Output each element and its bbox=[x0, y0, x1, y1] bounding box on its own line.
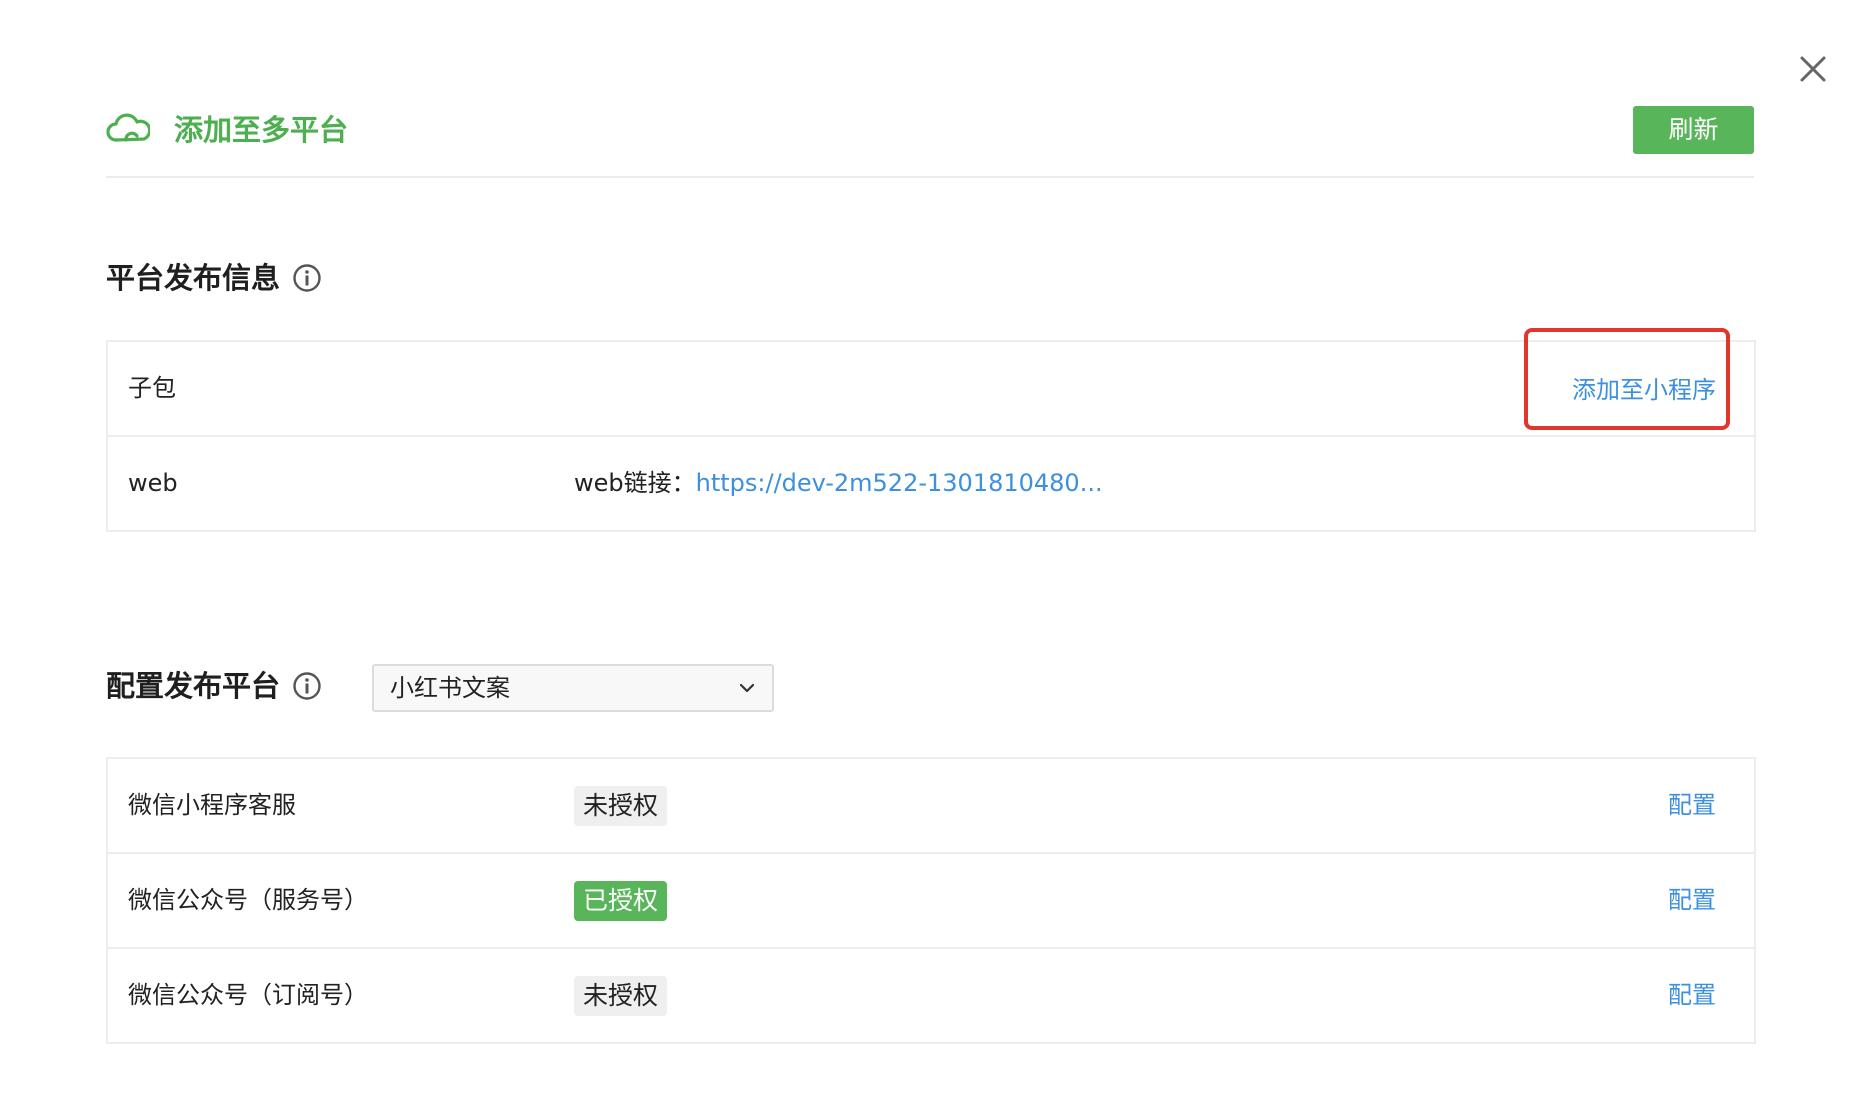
config-platform-panel: 微信小程序客服 未授权 配置 微信公众号（服务号） 已授权 配置 微信公众号（订… bbox=[106, 757, 1756, 1044]
refresh-button[interactable]: 刷新 bbox=[1633, 106, 1754, 154]
status-badge: 未授权 bbox=[574, 976, 668, 1016]
platform-row: 微信公众号（服务号） 已授权 配置 bbox=[108, 854, 1754, 949]
platform-select[interactable]: 小红书文案 bbox=[372, 664, 774, 712]
info-icon[interactable] bbox=[292, 671, 322, 701]
chevron-down-icon bbox=[739, 683, 755, 693]
configure-link[interactable]: 配置 bbox=[1668, 949, 1716, 1042]
platform-name: 微信公众号（订阅号） bbox=[128, 981, 368, 1009]
platform-select-value: 小红书文案 bbox=[390, 674, 510, 702]
config-platform-title-text: 配置发布平台 bbox=[106, 669, 281, 703]
publish-info-title: 平台发布信息 bbox=[106, 258, 322, 298]
cloud-icon bbox=[106, 113, 150, 142]
status-badge: 未授权 bbox=[574, 786, 668, 826]
close-button[interactable] bbox=[1796, 52, 1830, 86]
add-to-miniprogram-link[interactable]: 添加至小程序 bbox=[1572, 344, 1716, 437]
platform-name: 微信公众号（服务号） bbox=[128, 886, 368, 914]
publish-info-panel: 子包 添加至小程序 web web链接：https://dev-2m522-13… bbox=[106, 340, 1756, 532]
publish-info-title-text: 平台发布信息 bbox=[106, 261, 281, 295]
config-platform-title: 配置发布平台 bbox=[106, 666, 322, 706]
platform-name: 微信小程序客服 bbox=[128, 791, 296, 819]
info-icon[interactable] bbox=[292, 263, 322, 293]
status-cell: 未授权 bbox=[574, 949, 668, 1042]
platform-row: 微信小程序客服 未授权 配置 bbox=[108, 759, 1754, 854]
configure-link[interactable]: 配置 bbox=[1668, 759, 1716, 852]
web-link-field: web链接：https://dev-2m522-1301810480... bbox=[574, 437, 1103, 530]
publish-row-subpackage: 子包 添加至小程序 bbox=[108, 342, 1754, 437]
publish-row-web: web web链接：https://dev-2m522-1301810480..… bbox=[108, 437, 1754, 530]
status-cell: 未授权 bbox=[574, 759, 668, 852]
platform-row: 微信公众号（订阅号） 未授权 配置 bbox=[108, 949, 1754, 1042]
page-title: 添加至多平台 bbox=[174, 113, 349, 147]
close-icon bbox=[1800, 56, 1826, 82]
dialog-header: 添加至多平台 刷新 bbox=[106, 104, 1754, 178]
status-cell: 已授权 bbox=[574, 854, 668, 947]
configure-link[interactable]: 配置 bbox=[1668, 854, 1716, 947]
dialog: 添加至多平台 刷新 平台发布信息 子包 添加至小程序 web web链接：htt… bbox=[0, 0, 1860, 1106]
status-badge: 已授权 bbox=[574, 881, 668, 921]
web-link-label: web链接： bbox=[574, 469, 696, 497]
row-name: web bbox=[128, 469, 178, 497]
row-name: 子包 bbox=[128, 374, 176, 402]
web-link-url[interactable]: https://dev-2m522-1301810480... bbox=[696, 469, 1103, 497]
